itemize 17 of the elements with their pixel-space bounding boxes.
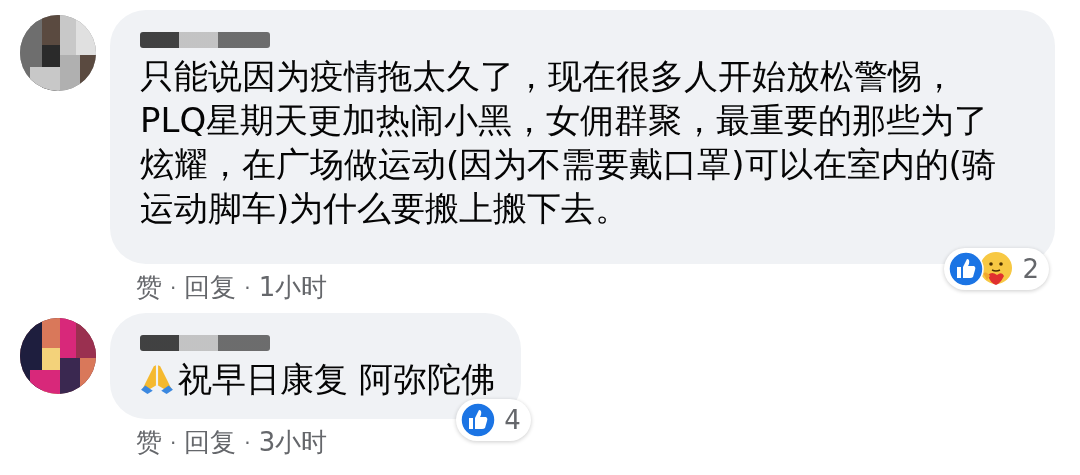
separator-dot: · <box>244 430 251 455</box>
timestamp-link[interactable]: 1小时 <box>258 270 328 305</box>
separator-dot: · <box>244 275 251 300</box>
comment-text: 只能说因为疫情拖太久了，现在很多人开始放松警惕，PLQ星期天更加热闹小黑，女佣群聚，最重要的那些为了炫耀，在广场做运动(因为不需要戴口罩)可以在室内的(骑运动脚车)为什么要搬上搬下去。 <box>140 55 997 230</box>
reaction-badge[interactable]: 2 <box>944 248 1049 290</box>
timestamp-link[interactable]: 3小时 <box>258 425 328 460</box>
separator-dot: · <box>170 430 177 455</box>
action-link[interactable]: 赞 <box>136 425 162 460</box>
thumbs-up-icon <box>460 402 497 438</box>
thumbs-up-icon <box>948 251 985 287</box>
comment-text: 祝早日康复 阿弥陀佛 <box>178 358 495 401</box>
reaction-badge[interactable]: 4 <box>456 399 531 441</box>
action-link[interactable]: 回复 <box>184 270 237 305</box>
praying-hands-icon <box>140 362 174 396</box>
action-link[interactable]: 回复 <box>184 425 237 460</box>
action-link[interactable]: 赞 <box>136 270 162 305</box>
separator-dot: · <box>170 275 177 300</box>
